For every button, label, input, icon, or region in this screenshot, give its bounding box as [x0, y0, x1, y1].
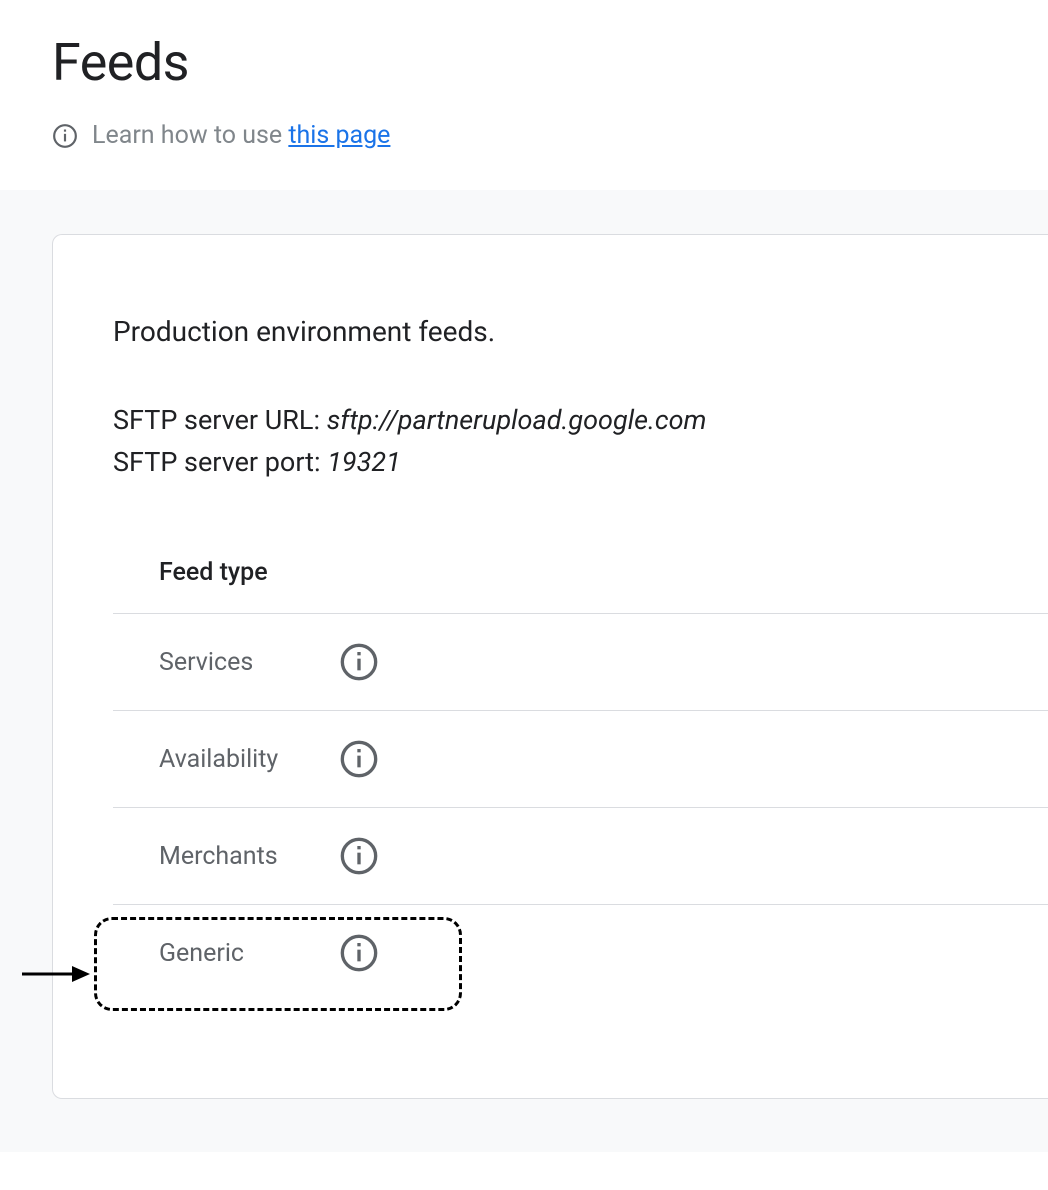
feed-type-label: Services	[159, 648, 309, 677]
help-prefix: Learn how to use	[92, 121, 288, 150]
info-icon[interactable]	[339, 933, 379, 973]
sftp-port-label: SFTP server port:	[113, 446, 327, 478]
info-icon[interactable]	[339, 642, 379, 682]
card-description: Production environment feeds.	[113, 315, 1048, 348]
page-title: Feeds	[52, 32, 996, 93]
table-row: Services	[113, 614, 1048, 711]
table-row: Generic	[113, 905, 1048, 1001]
sftp-port-line: SFTP server port: 19321	[113, 446, 1048, 478]
table-row: Merchants	[113, 808, 1048, 905]
arrow-annotation-icon	[22, 954, 92, 994]
info-icon	[52, 123, 78, 149]
sftp-url-line: SFTP server URL: sftp://partnerupload.go…	[113, 404, 1048, 436]
table-header: Feed type	[113, 558, 1048, 614]
help-text: Learn how to use this page	[92, 121, 390, 150]
help-row: Learn how to use this page	[52, 121, 996, 150]
page-header: Feeds Learn how to use this page	[0, 0, 1048, 190]
sftp-url-value: sftp://partnerupload.google.com	[327, 404, 707, 436]
info-icon[interactable]	[339, 739, 379, 779]
sftp-url-label: SFTP server URL:	[113, 404, 327, 436]
table-row: Availability	[113, 711, 1048, 808]
sftp-port-value: 19321	[327, 446, 401, 478]
feeds-card: Production environment feeds. SFTP serve…	[52, 234, 1048, 1099]
feed-type-label: Merchants	[159, 842, 309, 871]
info-icon[interactable]	[339, 836, 379, 876]
content-area: Production environment feeds. SFTP serve…	[0, 190, 1048, 1152]
feed-type-table: Feed type Services Availability Merc	[113, 558, 1048, 1001]
feed-type-label: Generic	[159, 939, 309, 968]
help-link[interactable]: this page	[288, 121, 390, 150]
feed-type-label: Availability	[159, 745, 309, 774]
